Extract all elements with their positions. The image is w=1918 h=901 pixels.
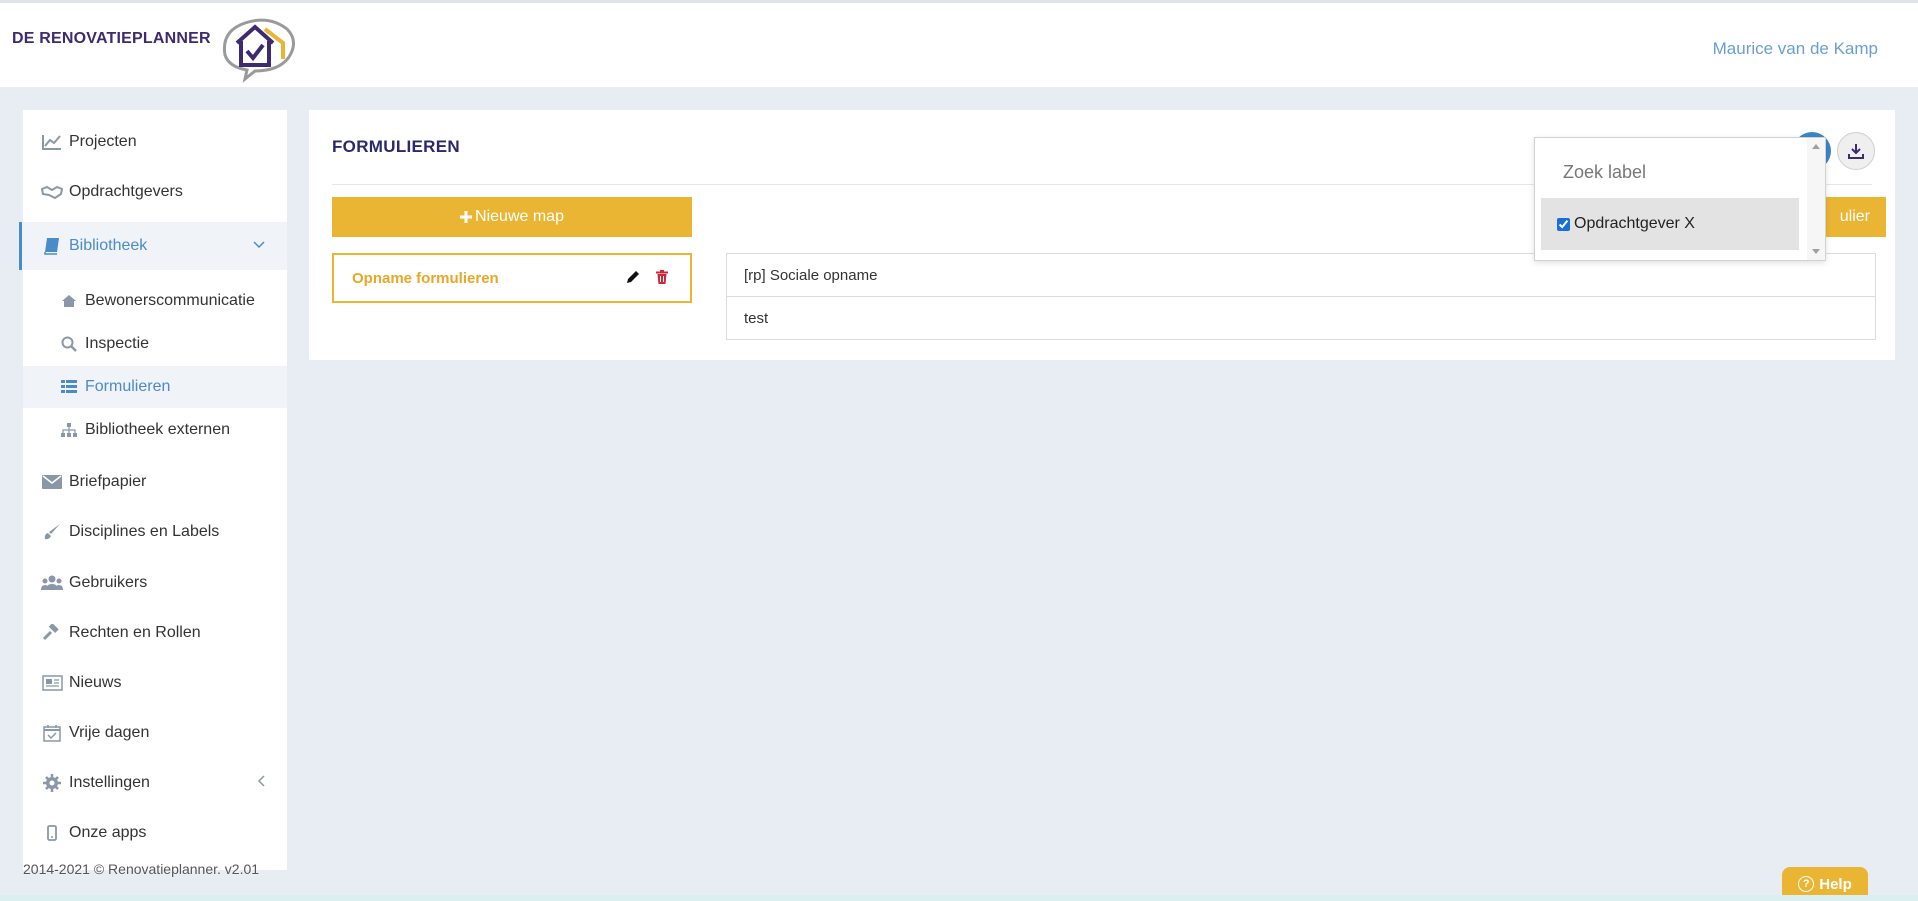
sidebar-item-label: Opdrachtgevers bbox=[69, 183, 183, 200]
handshake-icon bbox=[41, 181, 63, 203]
sidebar-item-projecten[interactable]: Projecten bbox=[23, 119, 287, 165]
gavel-icon bbox=[41, 622, 63, 644]
form-list: [rp] Sociale opname test bbox=[726, 253, 1876, 340]
footer-copyright: 2014-2021 © Renovatieplanner. v2.01 bbox=[23, 861, 260, 877]
user-name-link[interactable]: Maurice van de Kamp bbox=[1713, 39, 1878, 59]
sidebar-item-onze-apps[interactable]: Onze apps bbox=[23, 810, 287, 856]
sidebar-item-label: Disciplines en Labels bbox=[69, 523, 220, 540]
newspaper-icon bbox=[41, 672, 63, 694]
sidebar-subitem-label: Bewonerscommunicatie bbox=[85, 292, 255, 309]
new-folder-button[interactable]: Nieuwe map bbox=[332, 197, 692, 237]
pencil-icon[interactable] bbox=[626, 270, 640, 288]
logo[interactable]: DE RENOVATIEPLANNER bbox=[12, 15, 299, 85]
sidebar-item-label: Instellingen bbox=[69, 774, 150, 791]
sidebar-subitem-formulieren[interactable]: Formulieren bbox=[23, 366, 287, 408]
question-icon: ? bbox=[1798, 876, 1815, 892]
sidebar-item-label: Briefpapier bbox=[69, 473, 147, 490]
logo-text: DE RENOVATIEPLANNER bbox=[12, 30, 211, 47]
new-folder-label: Nieuwe map bbox=[475, 208, 564, 225]
chevron-left-icon bbox=[257, 774, 265, 792]
sidebar-item-label: Rechten en Rollen bbox=[69, 624, 201, 641]
label-filter-dropdown: Zoek label Opdrachtgever X bbox=[1534, 137, 1826, 261]
bottom-strip bbox=[0, 895, 1918, 901]
sidebar-item-label: Gebruikers bbox=[69, 574, 148, 591]
sidebar-subitem-bewonerscommunicatie[interactable]: Bewonerscommunicatie bbox=[23, 280, 287, 322]
list-icon bbox=[59, 377, 79, 397]
sidebar-item-label: Onze apps bbox=[69, 824, 147, 841]
home-icon bbox=[59, 291, 79, 311]
sidebar-item-label: Nieuws bbox=[69, 674, 122, 691]
users-icon bbox=[41, 572, 63, 594]
sidebar-item-briefpapier[interactable]: Briefpapier bbox=[23, 459, 287, 505]
sidebar-item-label: Bibliotheek bbox=[69, 237, 148, 254]
house-check-logo-icon bbox=[222, 18, 295, 83]
form-row-label: test bbox=[744, 309, 769, 327]
download-button[interactable] bbox=[1837, 132, 1875, 170]
sidebar-item-vrije-dagen[interactable]: Vrije dagen bbox=[23, 710, 287, 756]
trash-icon[interactable] bbox=[656, 270, 668, 288]
form-row[interactable]: test bbox=[726, 296, 1876, 340]
scroll-up-arrow-icon[interactable] bbox=[1812, 144, 1820, 149]
folder-label: Opname formulieren bbox=[352, 269, 499, 287]
sitemap-icon bbox=[59, 420, 79, 440]
sidebar-item-rechten-en-rollen[interactable]: Rechten en Rollen bbox=[23, 610, 287, 656]
sidebar-subitem-bibliotheek-externen[interactable]: Bibliotheek externen bbox=[23, 409, 287, 451]
sidebar-subitem-inspectie[interactable]: Inspectie bbox=[23, 323, 287, 365]
calendar-check-icon bbox=[41, 722, 63, 744]
gear-icon bbox=[41, 772, 63, 794]
label-option-text: Opdrachtgever X bbox=[1574, 215, 1695, 232]
label-option-checkbox[interactable] bbox=[1557, 217, 1570, 231]
search-icon bbox=[59, 334, 79, 354]
mobile-icon bbox=[41, 822, 63, 844]
dropdown-scrollbar[interactable] bbox=[1807, 138, 1825, 260]
new-form-label: ulier bbox=[1839, 208, 1870, 225]
envelope-icon bbox=[41, 471, 63, 493]
sidebar-item-instellingen[interactable]: Instellingen bbox=[23, 760, 287, 806]
line-chart-icon bbox=[41, 131, 63, 153]
plus-icon bbox=[460, 211, 473, 223]
sidebar-subitem-label: Bibliotheek externen bbox=[85, 421, 230, 438]
sidebar-item-gebruikers[interactable]: Gebruikers bbox=[23, 560, 287, 606]
download-icon bbox=[1848, 144, 1864, 159]
brush-icon bbox=[41, 521, 63, 543]
folder-item[interactable]: Opname formulieren bbox=[332, 253, 692, 303]
sidebar: Projecten Opdrachtgevers Bibliotheek Bew… bbox=[19, 110, 287, 870]
book-icon bbox=[41, 235, 63, 257]
top-bar: DE RENOVATIEPLANNER Maurice van de Kamp bbox=[0, 0, 1918, 87]
sidebar-item-bibliotheek[interactable]: Bibliotheek bbox=[19, 222, 287, 270]
sidebar-item-label: Projecten bbox=[69, 133, 137, 150]
page-title: FORMULIEREN bbox=[332, 137, 460, 156]
sidebar-item-nieuws[interactable]: Nieuws bbox=[23, 660, 287, 706]
help-label: Help bbox=[1819, 875, 1852, 893]
sidebar-item-disciplines-en-labels[interactable]: Disciplines en Labels bbox=[23, 509, 287, 555]
form-row-label: [rp] Sociale opname bbox=[744, 266, 878, 284]
sidebar-item-label: Vrije dagen bbox=[69, 724, 150, 741]
chevron-down-icon bbox=[253, 236, 265, 254]
sidebar-subitem-label: Formulieren bbox=[85, 378, 171, 395]
scroll-down-arrow-icon[interactable] bbox=[1812, 249, 1820, 254]
sidebar-item-opdrachtgevers[interactable]: Opdrachtgevers bbox=[23, 169, 287, 215]
label-search-input[interactable]: Zoek label bbox=[1563, 162, 1646, 183]
label-option[interactable]: Opdrachtgever X bbox=[1541, 198, 1799, 250]
sidebar-subitem-label: Inspectie bbox=[85, 335, 150, 352]
